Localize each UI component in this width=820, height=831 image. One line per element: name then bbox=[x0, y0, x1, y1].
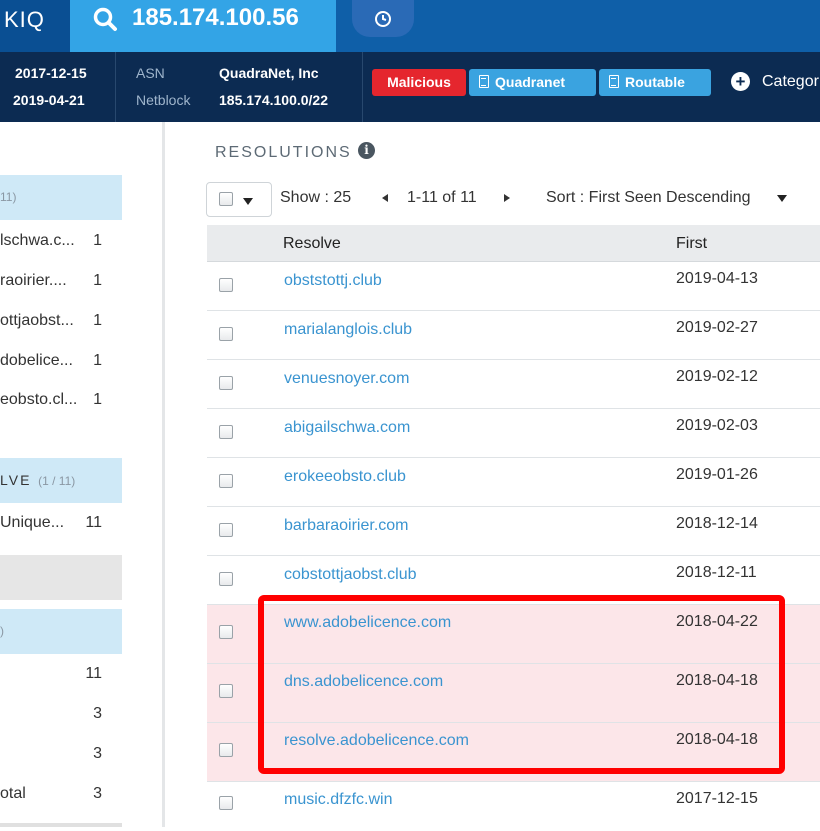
tag-label: Routable bbox=[625, 74, 685, 90]
row-checkbox[interactable] bbox=[219, 523, 233, 537]
annotation-highlight-box bbox=[258, 595, 785, 774]
search-query[interactable]: 185.174.100.56 bbox=[132, 4, 299, 32]
first-seen-date: 2017-12-15 bbox=[15, 65, 87, 81]
resolve-link[interactable]: barbaraoirier.com bbox=[284, 517, 409, 535]
resolve-link[interactable]: music.dfzfc.win bbox=[284, 791, 392, 809]
building-icon bbox=[479, 75, 489, 88]
search-icon bbox=[93, 7, 117, 31]
row-checkbox[interactable] bbox=[219, 625, 233, 639]
resolve-link[interactable]: erokeeobsto.club bbox=[284, 468, 406, 486]
last-seen-date: 2019-04-21 bbox=[13, 92, 85, 108]
asn-label: ASN bbox=[136, 65, 165, 81]
caret-down-icon bbox=[243, 198, 253, 205]
table-row: music.dfzfc.win 2017-12-15 bbox=[207, 782, 820, 831]
first-seen-cell: 2019-04-13 bbox=[676, 270, 758, 287]
facet-count: 11) bbox=[0, 190, 17, 204]
netblock-label: Netblock bbox=[136, 92, 191, 108]
ip-summary-bar: 2017-12-15 2019-04-21 ASN Netblock Quadr… bbox=[0, 52, 820, 122]
table-row: venuesnoyer.com 2019-02-12 bbox=[207, 360, 820, 409]
divider bbox=[362, 52, 363, 122]
quadranet-tag[interactable]: Quadranet bbox=[469, 69, 596, 96]
facet-header-collapsed[interactable] bbox=[0, 555, 122, 600]
facet-item-count: 1 bbox=[93, 312, 102, 329]
table-row: abigailschwa.com 2019-02-03 bbox=[207, 409, 820, 458]
column-header-resolve[interactable]: Resolve bbox=[283, 235, 341, 253]
facet-item-count: 3 bbox=[93, 745, 102, 762]
row-checkbox[interactable] bbox=[219, 572, 233, 586]
facet-title: LVE bbox=[0, 472, 32, 488]
divider bbox=[0, 823, 122, 827]
table-row: erokeeobsto.club 2019-01-26 bbox=[207, 458, 820, 507]
facet-item-count: 1 bbox=[93, 272, 102, 289]
page-size-selector[interactable]: Show : 25 bbox=[280, 189, 351, 207]
column-header-first[interactable]: First bbox=[676, 235, 707, 253]
resolve-link[interactable]: abigailschwa.com bbox=[284, 419, 410, 437]
facet-item-count: 1 bbox=[93, 352, 102, 369]
first-seen-cell: 2019-02-03 bbox=[676, 417, 758, 434]
history-button[interactable] bbox=[352, 0, 414, 37]
malicious-tag[interactable]: Malicious bbox=[372, 69, 466, 96]
prev-page-icon[interactable] bbox=[382, 194, 388, 202]
first-seen-cell: 2017-12-15 bbox=[676, 790, 758, 807]
search-box[interactable]: 185.174.100.56 bbox=[70, 0, 336, 52]
facet-item-count: 3 bbox=[93, 785, 102, 802]
facet-count: ) bbox=[0, 624, 4, 638]
first-seen-cell: 2019-02-27 bbox=[676, 319, 758, 336]
row-checkbox[interactable] bbox=[219, 684, 233, 698]
resolve-link[interactable]: venuesnoyer.com bbox=[284, 370, 409, 388]
pagination-text: 1-11 of 11 bbox=[407, 189, 477, 206]
divider bbox=[115, 52, 116, 122]
brand-logo[interactable]: KIQ bbox=[0, 0, 70, 52]
row-checkbox[interactable] bbox=[219, 425, 233, 439]
table-row: barbaraoirier.com 2018-12-14 bbox=[207, 507, 820, 556]
resolve-link[interactable]: cobstottjaobst.club bbox=[284, 566, 417, 584]
row-checkbox[interactable] bbox=[219, 796, 233, 810]
facet-item-count: 1 bbox=[93, 232, 102, 249]
first-seen-cell: 2018-12-11 bbox=[676, 564, 757, 581]
facet-item-count: 11 bbox=[85, 514, 102, 531]
table-row: marialanglois.club 2019-02-27 bbox=[207, 311, 820, 360]
netblock-value[interactable]: 185.174.100.0/22 bbox=[219, 92, 328, 108]
table-row: obststottj.club 2019-04-13 bbox=[207, 262, 820, 311]
row-checkbox[interactable] bbox=[219, 474, 233, 488]
asn-value[interactable]: QuadraNet, Inc bbox=[219, 65, 319, 81]
sort-caret-icon[interactable] bbox=[777, 195, 787, 202]
table-header: Resolve First bbox=[207, 225, 820, 262]
first-seen-cell: 2018-12-14 bbox=[676, 515, 758, 532]
facet-item-count: 11 bbox=[85, 665, 102, 682]
facet-header[interactable]: ) bbox=[0, 609, 122, 654]
resolve-link[interactable]: marialanglois.club bbox=[284, 321, 412, 339]
info-icon[interactable]: i bbox=[358, 142, 375, 159]
tag-label: Quadranet bbox=[495, 74, 566, 90]
facet-item-count: 3 bbox=[93, 705, 102, 722]
section-title: RESOLUTIONS bbox=[215, 144, 352, 161]
row-checkbox[interactable] bbox=[219, 278, 233, 292]
plus-icon: + bbox=[731, 72, 750, 91]
facet-header[interactable]: 11) bbox=[0, 175, 122, 220]
add-category-button[interactable]: + Categor bbox=[731, 72, 819, 91]
category-label: Categor bbox=[762, 73, 819, 90]
select-all-dropdown[interactable] bbox=[206, 182, 272, 217]
resolve-link[interactable]: obststottj.club bbox=[284, 272, 382, 290]
row-checkbox[interactable] bbox=[219, 327, 233, 341]
row-checkbox[interactable] bbox=[219, 743, 233, 757]
facet-count: (1 / 11) bbox=[38, 474, 76, 488]
top-navigation-bar: KIQ 185.174.100.56 bbox=[0, 0, 820, 52]
first-seen-cell: 2019-01-26 bbox=[676, 466, 758, 483]
row-checkbox[interactable] bbox=[219, 376, 233, 390]
clock-icon bbox=[375, 11, 391, 27]
sort-selector[interactable]: Sort : First Seen Descending bbox=[546, 189, 751, 207]
building-icon bbox=[609, 75, 619, 88]
facet-item-count: 1 bbox=[93, 391, 102, 408]
routable-tag[interactable]: Routable bbox=[599, 69, 711, 96]
select-all-checkbox[interactable] bbox=[219, 192, 233, 206]
next-page-icon[interactable] bbox=[504, 194, 510, 202]
first-seen-cell: 2019-02-12 bbox=[676, 368, 758, 385]
facet-header[interactable]: LVE (1 / 11) bbox=[0, 458, 122, 503]
